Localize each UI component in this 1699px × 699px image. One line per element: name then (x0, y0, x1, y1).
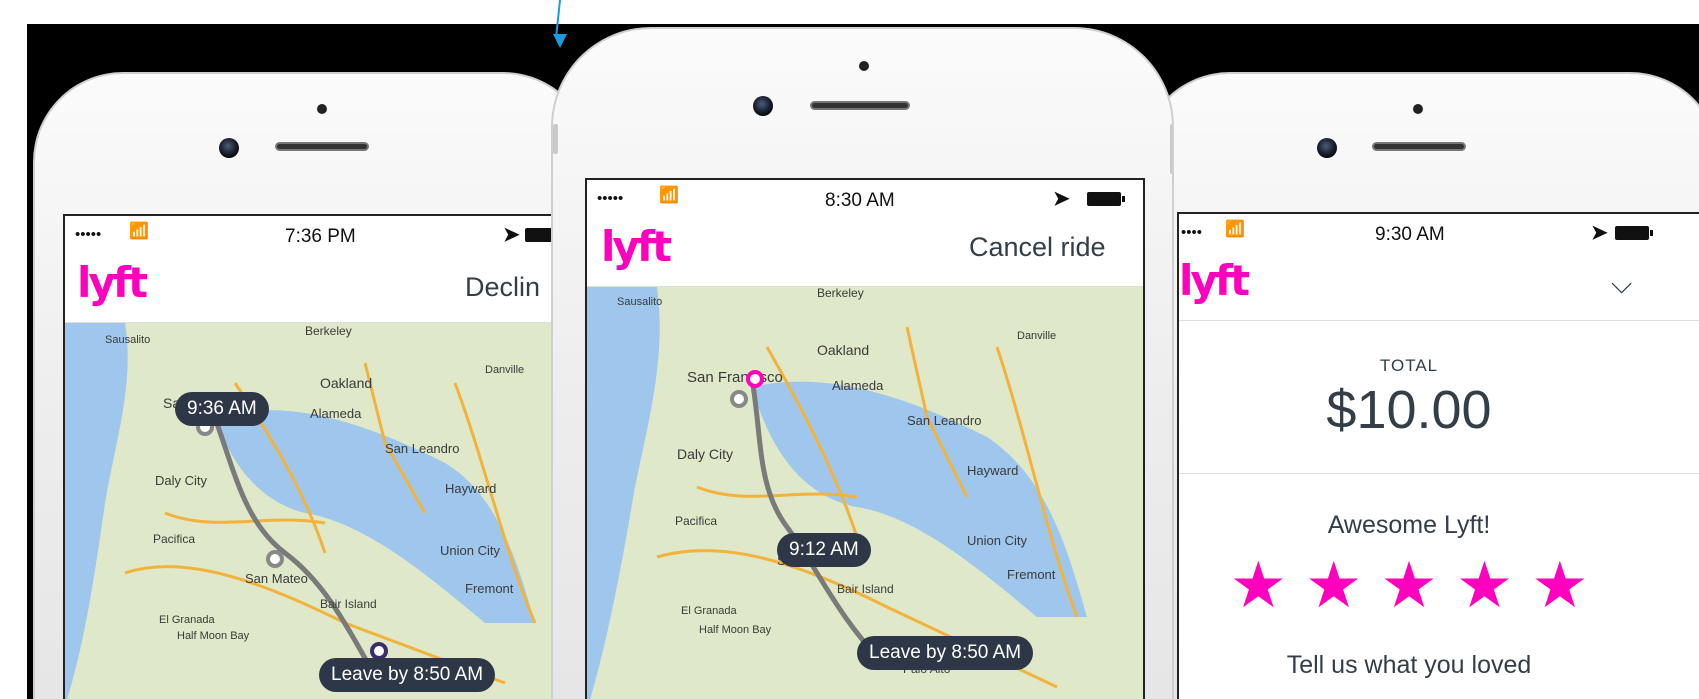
map-place-label: Oakland (817, 342, 869, 358)
ride-receipt: TOTAL $10.00 Awesome Lyft! ★ ★ ★ ★ ★ Tell us… (1179, 321, 1699, 699)
signal-icon: •••• (1181, 224, 1203, 241)
map-place-label: Sausalito (105, 334, 150, 346)
map-place-label: Berkeley (305, 324, 352, 338)
map-place-label: San Leandro (907, 413, 981, 428)
pickup-time-label: 9:12 AM (777, 533, 871, 567)
map-place-label: Fremont (465, 581, 514, 596)
side-button (1170, 124, 1172, 174)
total-amount: $10.00 (1326, 380, 1492, 440)
total-label: TOTAL (1379, 356, 1439, 375)
map-place-label: Daly City (677, 446, 733, 462)
star-icon[interactable]: ★ (1305, 553, 1362, 617)
map-place-label: Union City (967, 533, 1027, 548)
front-camera-icon (219, 138, 239, 158)
leave-by-label: Leave by 8:50 AM (319, 658, 496, 692)
route-map[interactable]: SausalitoBerkeleyOaklandSan FranciscoAla… (65, 323, 591, 699)
map-place-label: Bair Island (837, 582, 894, 596)
proximity-sensor (1413, 104, 1423, 114)
destination-pin-icon (370, 642, 388, 660)
map-place-label: Hayward (445, 481, 496, 496)
map-place-label: Hayward (967, 463, 1018, 478)
nav-bar: lyft Cancel ride (587, 216, 1143, 287)
location-arrow-icon: ➤ (1591, 222, 1608, 244)
feedback-prompt: Tell us what you loved (1286, 651, 1532, 679)
cancel-ride-button[interactable]: Cancel ride (969, 232, 1106, 263)
map-place-label: San Leandro (385, 441, 459, 456)
origin-pin-icon (730, 390, 748, 408)
front-camera-icon (1317, 138, 1337, 158)
phone-center-screen: ••••• 📶 8:30 AM ➤ lyft Cancel ride Berke… (585, 178, 1145, 699)
star-icon[interactable]: ★ (1456, 553, 1513, 617)
phone-left-screen: ••••• 📶 7:36 PM ➤ lyft Declin Sausalito B… (63, 214, 591, 699)
map-place-label: Alameda (310, 406, 362, 421)
map-place-label: El Granada (159, 614, 216, 626)
wifi-icon: 📶 (1225, 221, 1245, 238)
divider (1179, 473, 1699, 474)
location-arrow-icon: ➤ (1053, 188, 1070, 210)
lyft-logo: lyft (1179, 256, 1250, 305)
wifi-icon: 📶 (129, 223, 149, 240)
nav-bar: lyft Declin (65, 252, 591, 323)
status-time: 9:30 AM (1375, 224, 1445, 245)
status-bar: ••••• 📶 8:30 AM ➤ (587, 180, 1143, 216)
star-rating[interactable]: ★ ★ ★ ★ ★ (1179, 553, 1679, 617)
map-place-label: Daly City (155, 473, 208, 488)
rating-title: Awesome Lyft! (1327, 511, 1491, 539)
battery-icon (1615, 226, 1653, 240)
star-icon[interactable]: ★ (1380, 553, 1437, 617)
proximity-sensor (859, 61, 869, 71)
map-place-label: Fremont (1007, 567, 1056, 582)
map-place-label: Half Moon Bay (699, 624, 772, 636)
earpiece-speaker (1372, 142, 1466, 151)
map-place-label: Union City (440, 543, 500, 558)
map-place-label: Half Moon Bay (177, 630, 250, 642)
waypoint-pin-icon (266, 550, 284, 568)
location-arrow-icon: ➤ (503, 224, 520, 246)
phone-right: •••• 📶 9:30 AM ➤ lyft ⌵ TOTAL $10.00 Awe… (1140, 72, 1699, 699)
map-place-label: Danville (1017, 330, 1056, 342)
map-place-label: Bair Island (320, 597, 377, 611)
map-place-label: Berkeley (817, 287, 864, 300)
nav-bar: lyft ⌵ (1179, 250, 1699, 321)
map-place-label: Danville (485, 364, 524, 376)
map-place-label: Pacifica (675, 514, 717, 528)
map-canvas: SausalitoBerkeleyOaklandSan FranciscoAla… (65, 323, 591, 699)
front-camera-icon (753, 96, 773, 116)
phone-right-screen: •••• 📶 9:30 AM ➤ lyft ⌵ TOTAL $10.00 Awe… (1177, 212, 1699, 699)
proximity-sensor (317, 104, 327, 114)
leave-by-label: Leave by 8:50 AM (857, 636, 1034, 670)
star-icon[interactable]: ★ (1531, 553, 1588, 617)
status-time: 7:36 PM (285, 226, 356, 247)
map-place-label: Alameda (832, 378, 884, 393)
pickup-pin-icon (746, 370, 764, 388)
earpiece-speaker (275, 142, 369, 151)
status-time: 8:30 AM (825, 190, 895, 211)
lyft-logo: lyft (601, 222, 672, 271)
earpiece-speaker (810, 101, 910, 110)
map-place-label: Oakland (320, 375, 372, 391)
phone-center: ••••• 📶 8:30 AM ➤ lyft Cancel ride Berke… (551, 27, 1174, 699)
map-place-label: Sausalito (617, 296, 662, 308)
status-bar: •••• 📶 9:30 AM ➤ (1179, 214, 1699, 250)
signal-icon: ••••• (75, 226, 102, 243)
map-place-label: San Mateo (245, 571, 308, 586)
pickup-time-label: 9:36 AM (175, 392, 269, 426)
lyft-logo: lyft (77, 258, 148, 307)
wifi-icon: 📶 (659, 187, 679, 204)
star-icon[interactable]: ★ (1230, 553, 1287, 617)
battery-icon (1087, 192, 1125, 206)
annotation-arrow-icon (553, 34, 567, 48)
map-place-label: San Francisco (687, 369, 783, 386)
map-place-label: El Granada (681, 605, 738, 617)
map-place-label: Pacifica (153, 532, 195, 546)
chevron-down-icon[interactable]: ⌵ (1611, 268, 1632, 301)
signal-icon: ••••• (597, 190, 624, 207)
phone-left: ••••• 📶 7:36 PM ➤ lyft Declin Sausalito B… (33, 72, 593, 699)
status-bar: ••••• 📶 7:36 PM ➤ (65, 216, 591, 252)
side-button (553, 124, 558, 154)
decline-button[interactable]: Declin (465, 272, 540, 303)
